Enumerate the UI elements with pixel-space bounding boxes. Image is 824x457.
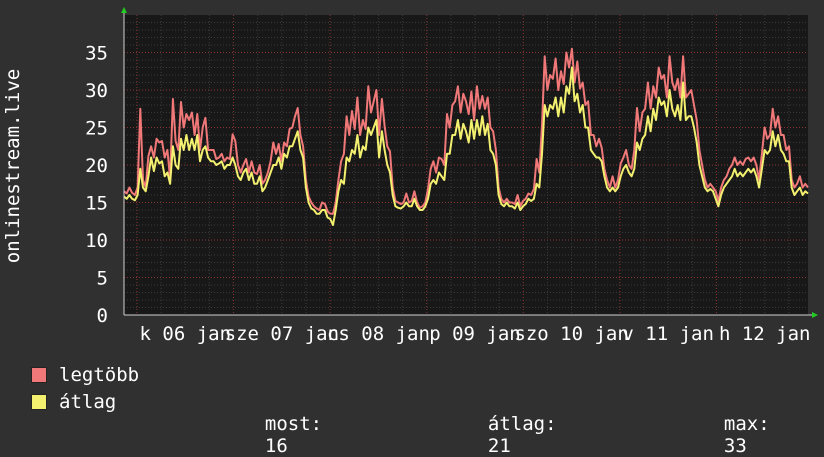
stat-now-value: 16	[264, 435, 288, 457]
y-tick-label: 10	[85, 230, 108, 252]
y-tick-label: 30	[85, 80, 108, 102]
y-tick-label: 25	[85, 118, 108, 140]
legend-avg: átlag	[31, 391, 116, 413]
y-tick-label: 20	[85, 155, 108, 177]
y-tick-label: 5	[97, 268, 108, 290]
y-tick-label: 35	[85, 43, 108, 65]
stat-max: max: 33	[701, 391, 770, 457]
x-tick-label: sze 07 jan	[225, 323, 339, 345]
x-tick-label: szo 10 jan	[514, 323, 628, 345]
stat-max-value: 33	[723, 435, 747, 457]
x-tick-label: cs 08 jan	[327, 323, 430, 345]
x-tick-label: p 09 jan	[429, 323, 521, 345]
stat-avg-label: átlag:	[487, 413, 557, 435]
legend-max-swatch	[31, 367, 47, 383]
stat-avg-value: 21	[487, 435, 511, 457]
legend-avg-label: átlag	[59, 391, 117, 413]
y-tick-label: 15	[85, 193, 108, 215]
stat-max-label: max:	[723, 413, 770, 435]
stat-now-label: most:	[264, 413, 323, 435]
x-axis-arrow	[812, 312, 818, 318]
x-tick-label: k 06 jan	[140, 323, 232, 345]
legend-avg-swatch	[31, 394, 47, 410]
x-tick-label: h 12 jan	[719, 323, 811, 345]
stat-now: most: 16	[242, 391, 322, 457]
x-tick-label: v 11 jan	[622, 323, 714, 345]
x-ticks: k 06 jansze 07 jancs 08 jan p 09 janszo 1…	[140, 323, 811, 345]
legend-max-label: legtöbb	[59, 364, 140, 386]
y-ticks: 0 5 10 15 20 25 30 35	[85, 43, 108, 328]
y-axis-arrow	[121, 7, 127, 13]
stat-avg: átlag: 21	[465, 391, 557, 457]
y-axis-label: onlinestream.live	[2, 69, 24, 263]
y-tick-label: 0	[97, 305, 108, 327]
legend-max: legtöbb	[31, 364, 139, 386]
